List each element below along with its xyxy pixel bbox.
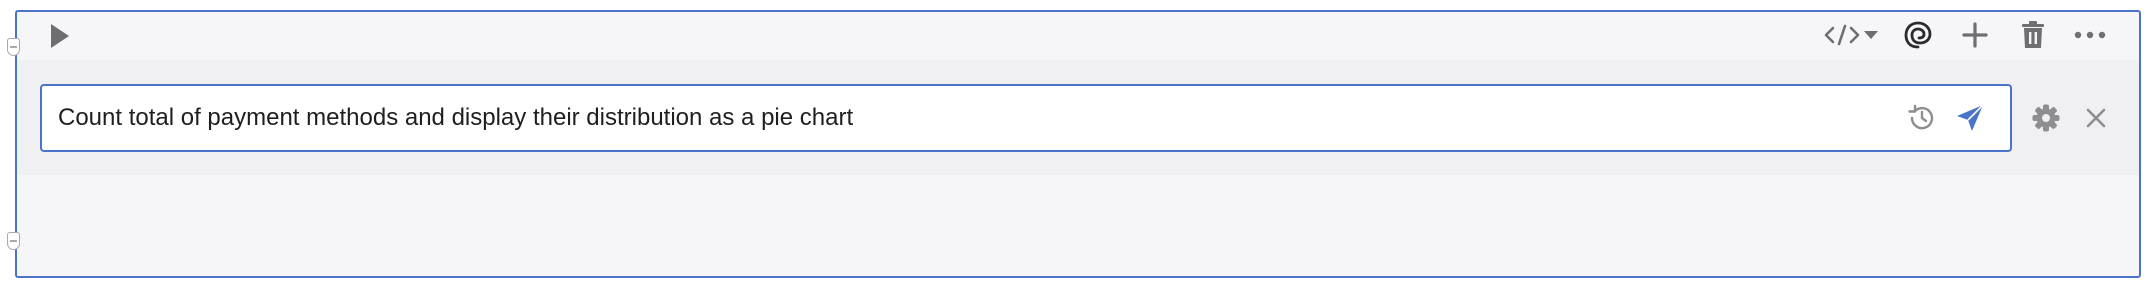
play-icon	[51, 24, 69, 48]
ai-assistant-button[interactable]	[1900, 17, 1936, 53]
close-icon	[2086, 108, 2106, 128]
code-toggle-icon	[1824, 24, 1859, 46]
prompt-input[interactable]: Count total of payment methods and displ…	[40, 84, 2012, 152]
gear-icon	[2032, 104, 2060, 132]
trash-icon	[2022, 21, 2044, 48]
run-cell-button[interactable]	[45, 21, 75, 51]
collapse-handle-top[interactable]	[7, 38, 20, 56]
more-icon	[2074, 31, 2106, 39]
close-prompt-button[interactable]	[2078, 100, 2114, 136]
ai-assistant-icon	[1904, 21, 1932, 49]
add-cell-button[interactable]	[1957, 17, 1993, 53]
history-button[interactable]	[1904, 100, 1940, 136]
delete-cell-button[interactable]	[2015, 17, 2051, 53]
history-icon	[1908, 104, 1934, 130]
code-toggle-button[interactable]	[1820, 17, 1882, 53]
send-button[interactable]	[1952, 100, 1988, 136]
settings-button[interactable]	[2028, 100, 2064, 136]
send-icon	[1957, 104, 1984, 131]
collapse-handle-bottom[interactable]	[7, 232, 20, 250]
plus-icon	[1962, 22, 1988, 48]
more-options-button[interactable]	[2070, 17, 2110, 53]
prompt-text: Count total of payment methods and displ…	[58, 104, 854, 131]
chevron-down-icon	[1863, 31, 1878, 39]
